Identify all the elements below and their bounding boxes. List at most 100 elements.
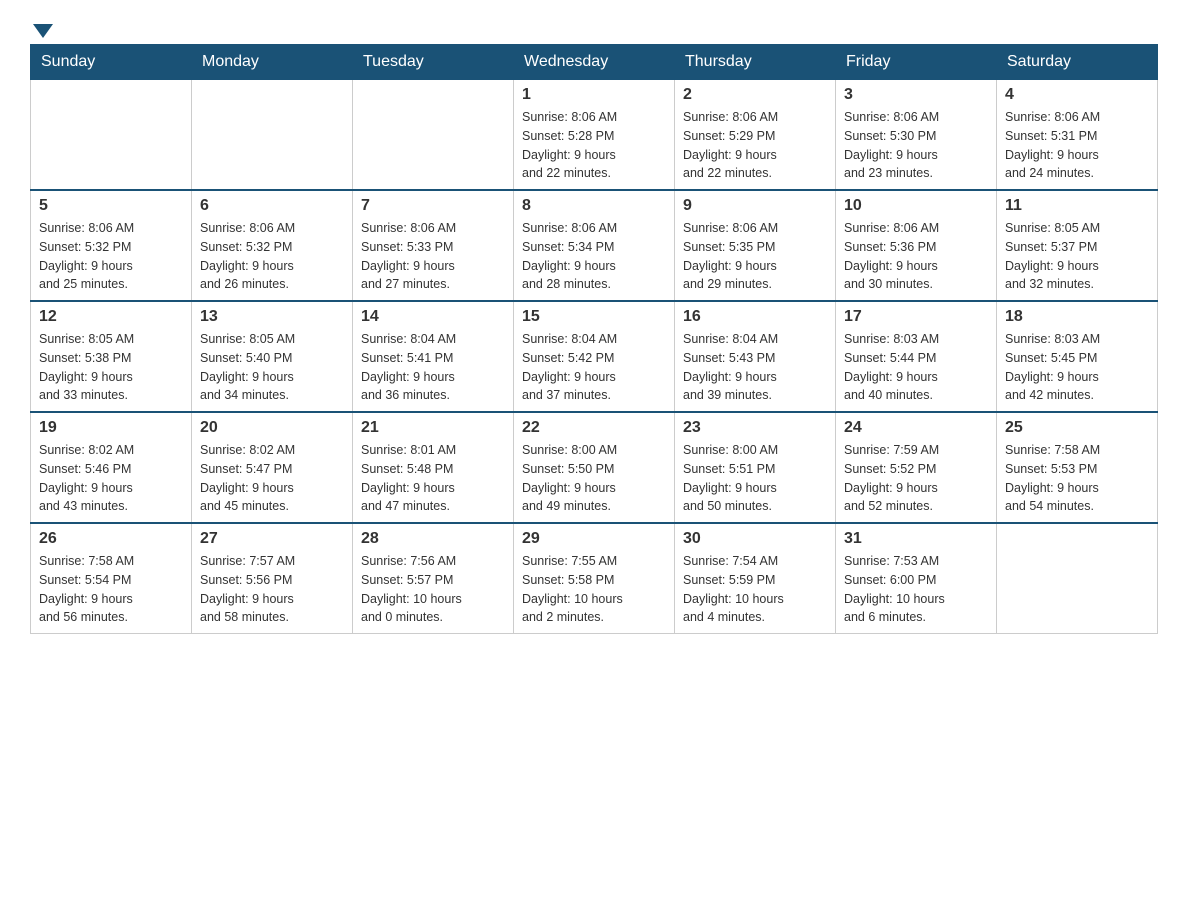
calendar-cell: 1Sunrise: 8:06 AM Sunset: 5:28 PM Daylig… — [514, 80, 675, 191]
logo — [30, 20, 53, 34]
day-number: 13 — [200, 308, 344, 326]
day-info: Sunrise: 8:06 AM Sunset: 5:30 PM Dayligh… — [844, 108, 988, 183]
column-header-thursday: Thursday — [675, 45, 836, 80]
day-info: Sunrise: 7:53 AM Sunset: 6:00 PM Dayligh… — [844, 552, 988, 627]
day-info: Sunrise: 8:00 AM Sunset: 5:50 PM Dayligh… — [522, 441, 666, 516]
day-info: Sunrise: 8:03 AM Sunset: 5:45 PM Dayligh… — [1005, 330, 1149, 405]
calendar-cell: 29 Sunrise: 7:55 AM Sunset: 5:58 PM Dayli… — [514, 523, 675, 634]
day-number: 28 — [361, 530, 505, 548]
calendar-cell: 11 Sunrise: 8:05 AM Sunset: 5:37 PM Dayli… — [997, 190, 1158, 301]
day-number: 29 — [522, 530, 666, 548]
day-info: Sunrise: 7:59 AM Sunset: 5:52 PM Dayligh… — [844, 441, 988, 516]
day-number: 30 — [683, 530, 827, 548]
calendar-cell: 17 Sunrise: 8:03 AM Sunset: 5:44 PM Dayli… — [836, 301, 997, 412]
calendar-week-row: 19Sunrise: 8:02 AM Sunset: 5:46 PM Dayli… — [31, 412, 1158, 523]
calendar-cell: 12 Sunrise: 8:05 AM Sunset: 5:38 PM Dayli… — [31, 301, 192, 412]
day-number: 17 — [844, 308, 988, 326]
day-number: 16 — [683, 308, 827, 326]
calendar-cell: 31 Sunrise: 7:53 AM Sunset: 6:00 PM Dayli… — [836, 523, 997, 634]
calendar-cell: 28 Sunrise: 7:56 AM Sunset: 5:57 PM Dayli… — [353, 523, 514, 634]
day-number: 18 — [1005, 308, 1149, 326]
day-number: 2 — [683, 86, 827, 104]
day-number: 22 — [522, 419, 666, 437]
calendar-cell: 2 Sunrise: 8:06 AM Sunset: 5:29 PM Daylig… — [675, 80, 836, 191]
calendar-cell: 19Sunrise: 8:02 AM Sunset: 5:46 PM Dayli… — [31, 412, 192, 523]
day-number: 8 — [522, 197, 666, 215]
day-info: Sunrise: 8:02 AM Sunset: 5:46 PM Dayligh… — [39, 441, 183, 516]
calendar-week-row: 1Sunrise: 8:06 AM Sunset: 5:28 PM Daylig… — [31, 80, 1158, 191]
day-number: 5 — [39, 197, 183, 215]
day-info: Sunrise: 7:58 AM Sunset: 5:53 PM Dayligh… — [1005, 441, 1149, 516]
day-number: 9 — [683, 197, 827, 215]
calendar-cell: 16 Sunrise: 8:04 AM Sunset: 5:43 PM Dayli… — [675, 301, 836, 412]
day-info: Sunrise: 8:06 AM Sunset: 5:29 PM Dayligh… — [683, 108, 827, 183]
day-info: Sunrise: 8:06 AM Sunset: 5:28 PM Dayligh… — [522, 108, 666, 183]
day-number: 7 — [361, 197, 505, 215]
calendar-cell — [192, 80, 353, 191]
day-info: Sunrise: 8:04 AM Sunset: 5:42 PM Dayligh… — [522, 330, 666, 405]
day-info: Sunrise: 8:06 AM Sunset: 5:34 PM Dayligh… — [522, 219, 666, 294]
calendar-cell: 26 Sunrise: 7:58 AM Sunset: 5:54 PM Dayli… — [31, 523, 192, 634]
day-info: Sunrise: 8:06 AM Sunset: 5:32 PM Dayligh… — [39, 219, 183, 294]
day-info: Sunrise: 7:58 AM Sunset: 5:54 PM Dayligh… — [39, 552, 183, 627]
calendar-cell: 23 Sunrise: 8:00 AM Sunset: 5:51 PM Dayli… — [675, 412, 836, 523]
calendar-cell: 20 Sunrise: 8:02 AM Sunset: 5:47 PM Dayli… — [192, 412, 353, 523]
day-number: 21 — [361, 419, 505, 437]
day-number: 3 — [844, 86, 988, 104]
day-info: Sunrise: 8:06 AM Sunset: 5:36 PM Dayligh… — [844, 219, 988, 294]
day-number: 27 — [200, 530, 344, 548]
day-info: Sunrise: 8:06 AM Sunset: 5:35 PM Dayligh… — [683, 219, 827, 294]
day-info: Sunrise: 8:06 AM Sunset: 5:32 PM Dayligh… — [200, 219, 344, 294]
day-info: Sunrise: 8:03 AM Sunset: 5:44 PM Dayligh… — [844, 330, 988, 405]
day-number: 26 — [39, 530, 183, 548]
day-info: Sunrise: 8:05 AM Sunset: 5:37 PM Dayligh… — [1005, 219, 1149, 294]
day-info: Sunrise: 7:57 AM Sunset: 5:56 PM Dayligh… — [200, 552, 344, 627]
calendar-week-row: 26 Sunrise: 7:58 AM Sunset: 5:54 PM Dayli… — [31, 523, 1158, 634]
day-info: Sunrise: 8:05 AM Sunset: 5:38 PM Dayligh… — [39, 330, 183, 405]
column-header-monday: Monday — [192, 45, 353, 80]
calendar-cell — [31, 80, 192, 191]
column-header-friday: Friday — [836, 45, 997, 80]
day-info: Sunrise: 8:00 AM Sunset: 5:51 PM Dayligh… — [683, 441, 827, 516]
calendar-cell: 18 Sunrise: 8:03 AM Sunset: 5:45 PM Dayli… — [997, 301, 1158, 412]
day-number: 20 — [200, 419, 344, 437]
day-number: 6 — [200, 197, 344, 215]
calendar-cell — [353, 80, 514, 191]
page-header — [30, 20, 1158, 34]
calendar-week-row: 5 Sunrise: 8:06 AM Sunset: 5:32 PM Daylig… — [31, 190, 1158, 301]
calendar-cell: 25 Sunrise: 7:58 AM Sunset: 5:53 PM Dayli… — [997, 412, 1158, 523]
calendar-cell: 8 Sunrise: 8:06 AM Sunset: 5:34 PM Daylig… — [514, 190, 675, 301]
day-info: Sunrise: 8:04 AM Sunset: 5:41 PM Dayligh… — [361, 330, 505, 405]
calendar-cell: 3 Sunrise: 8:06 AM Sunset: 5:30 PM Daylig… — [836, 80, 997, 191]
day-number: 11 — [1005, 197, 1149, 215]
day-number: 4 — [1005, 86, 1149, 104]
day-number: 12 — [39, 308, 183, 326]
day-number: 15 — [522, 308, 666, 326]
day-number: 31 — [844, 530, 988, 548]
calendar-cell: 4Sunrise: 8:06 AM Sunset: 5:31 PM Daylig… — [997, 80, 1158, 191]
calendar-cell: 30 Sunrise: 7:54 AM Sunset: 5:59 PM Dayli… — [675, 523, 836, 634]
day-info: Sunrise: 7:55 AM Sunset: 5:58 PM Dayligh… — [522, 552, 666, 627]
calendar-cell: 24Sunrise: 7:59 AM Sunset: 5:52 PM Dayli… — [836, 412, 997, 523]
calendar-cell: 7 Sunrise: 8:06 AM Sunset: 5:33 PM Daylig… — [353, 190, 514, 301]
calendar-cell: 10Sunrise: 8:06 AM Sunset: 5:36 PM Dayli… — [836, 190, 997, 301]
day-info: Sunrise: 8:04 AM Sunset: 5:43 PM Dayligh… — [683, 330, 827, 405]
day-info: Sunrise: 8:02 AM Sunset: 5:47 PM Dayligh… — [200, 441, 344, 516]
day-info: Sunrise: 8:06 AM Sunset: 5:33 PM Dayligh… — [361, 219, 505, 294]
calendar-cell: 21 Sunrise: 8:01 AM Sunset: 5:48 PM Dayli… — [353, 412, 514, 523]
day-info: Sunrise: 7:56 AM Sunset: 5:57 PM Dayligh… — [361, 552, 505, 627]
calendar-cell: 15 Sunrise: 8:04 AM Sunset: 5:42 PM Dayli… — [514, 301, 675, 412]
day-info: Sunrise: 8:01 AM Sunset: 5:48 PM Dayligh… — [361, 441, 505, 516]
calendar-cell: 13Sunrise: 8:05 AM Sunset: 5:40 PM Dayli… — [192, 301, 353, 412]
calendar-week-row: 12 Sunrise: 8:05 AM Sunset: 5:38 PM Dayli… — [31, 301, 1158, 412]
column-header-wednesday: Wednesday — [514, 45, 675, 80]
calendar-header-row: SundayMondayTuesdayWednesdayThursdayFrid… — [31, 45, 1158, 80]
day-number: 23 — [683, 419, 827, 437]
column-header-saturday: Saturday — [997, 45, 1158, 80]
calendar-cell: 5 Sunrise: 8:06 AM Sunset: 5:32 PM Daylig… — [31, 190, 192, 301]
day-number: 14 — [361, 308, 505, 326]
calendar-cell: 9 Sunrise: 8:06 AM Sunset: 5:35 PM Daylig… — [675, 190, 836, 301]
day-number: 25 — [1005, 419, 1149, 437]
day-info: Sunrise: 7:54 AM Sunset: 5:59 PM Dayligh… — [683, 552, 827, 627]
calendar-cell: 14 Sunrise: 8:04 AM Sunset: 5:41 PM Dayli… — [353, 301, 514, 412]
